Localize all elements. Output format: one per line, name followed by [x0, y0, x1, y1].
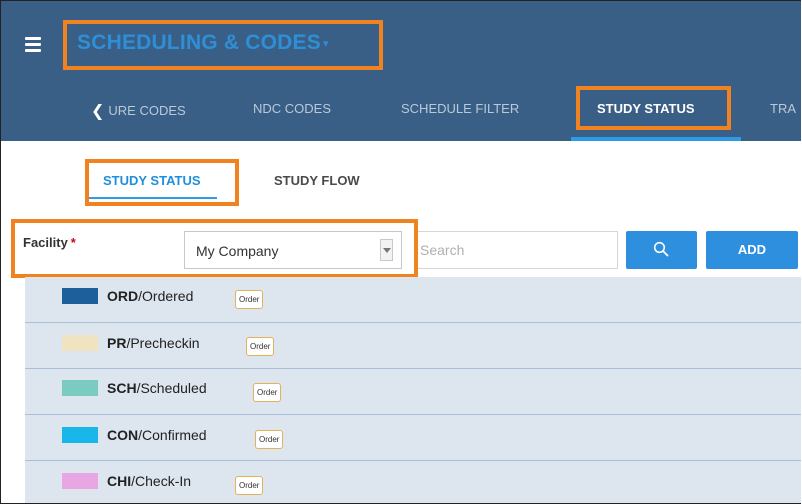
list-item[interactable]: ORD/Ordered Order	[25, 277, 801, 323]
facility-highlight-box	[11, 219, 418, 278]
status-code-abbrev: ORD	[107, 288, 139, 304]
app-window: SCHEDULING & CODES ▾ ❮ URE CODES NDC CODES…	[0, 0, 801, 504]
status-code: CHI/Check-In	[107, 473, 191, 489]
subtab-highlight-box	[85, 159, 239, 206]
list-item[interactable]: PR/Precheckin Order	[25, 323, 801, 369]
order-badge[interactable]: Order	[246, 337, 275, 356]
search-input[interactable]	[418, 231, 618, 269]
status-code-name: /Precheckin	[126, 335, 200, 351]
status-code: PR/Precheckin	[107, 335, 200, 351]
chevron-left-icon[interactable]: ❮	[91, 103, 104, 120]
status-code-abbrev: CHI	[107, 473, 132, 489]
status-code-name: /Ordered	[138, 288, 194, 304]
color-swatch	[62, 427, 98, 443]
order-badge[interactable]: Order	[235, 290, 264, 309]
app-header: SCHEDULING & CODES ▾ ❮ URE CODES NDC CODES…	[1, 1, 801, 141]
order-badge[interactable]: Order	[253, 383, 282, 402]
order-badge[interactable]: Order	[235, 476, 264, 495]
search-button[interactable]	[626, 231, 697, 269]
status-code: SCH/Scheduled	[107, 380, 207, 396]
status-code-name: /Confirmed	[138, 427, 207, 443]
subtab-study-flow[interactable]: STUDY FLOW	[274, 173, 360, 188]
status-code: ORD/Ordered	[107, 288, 193, 304]
hamburger-menu-icon[interactable]	[25, 37, 41, 55]
color-swatch	[62, 288, 98, 304]
status-code-abbrev: CON	[107, 427, 139, 443]
list-item[interactable]: SCH/Scheduled Order	[25, 369, 801, 415]
tab-label: URE CODES	[108, 103, 186, 118]
tab-ndc-codes[interactable]: NDC CODES	[253, 101, 331, 116]
tab-procedure-codes[interactable]: ❮ URE CODES	[91, 101, 186, 121]
status-code: CON/Confirmed	[107, 427, 207, 443]
status-code-abbrev: PR	[107, 335, 127, 351]
status-code-abbrev: SCH	[107, 380, 137, 396]
search-icon	[653, 241, 669, 257]
order-badge[interactable]: Order	[255, 430, 284, 449]
color-swatch	[62, 335, 98, 351]
tab-tra[interactable]: TRA	[770, 101, 796, 116]
active-tab-indicator	[571, 137, 741, 141]
study-status-highlight-box	[576, 86, 731, 130]
list-item[interactable]: CHI/Check-In Order	[25, 461, 801, 503]
study-status-list: ORD/Ordered Order PR/Precheckin Order SC…	[25, 277, 801, 503]
add-button[interactable]: ADD	[706, 231, 798, 269]
status-code-name: /Scheduled	[136, 380, 207, 396]
status-code-name: /Check-In	[131, 473, 192, 489]
list-item[interactable]: CON/Confirmed Order	[25, 415, 801, 461]
color-swatch	[62, 473, 98, 489]
title-highlight-box	[63, 20, 383, 70]
color-swatch	[62, 380, 98, 396]
tab-schedule-filter[interactable]: SCHEDULE FILTER	[401, 101, 519, 116]
